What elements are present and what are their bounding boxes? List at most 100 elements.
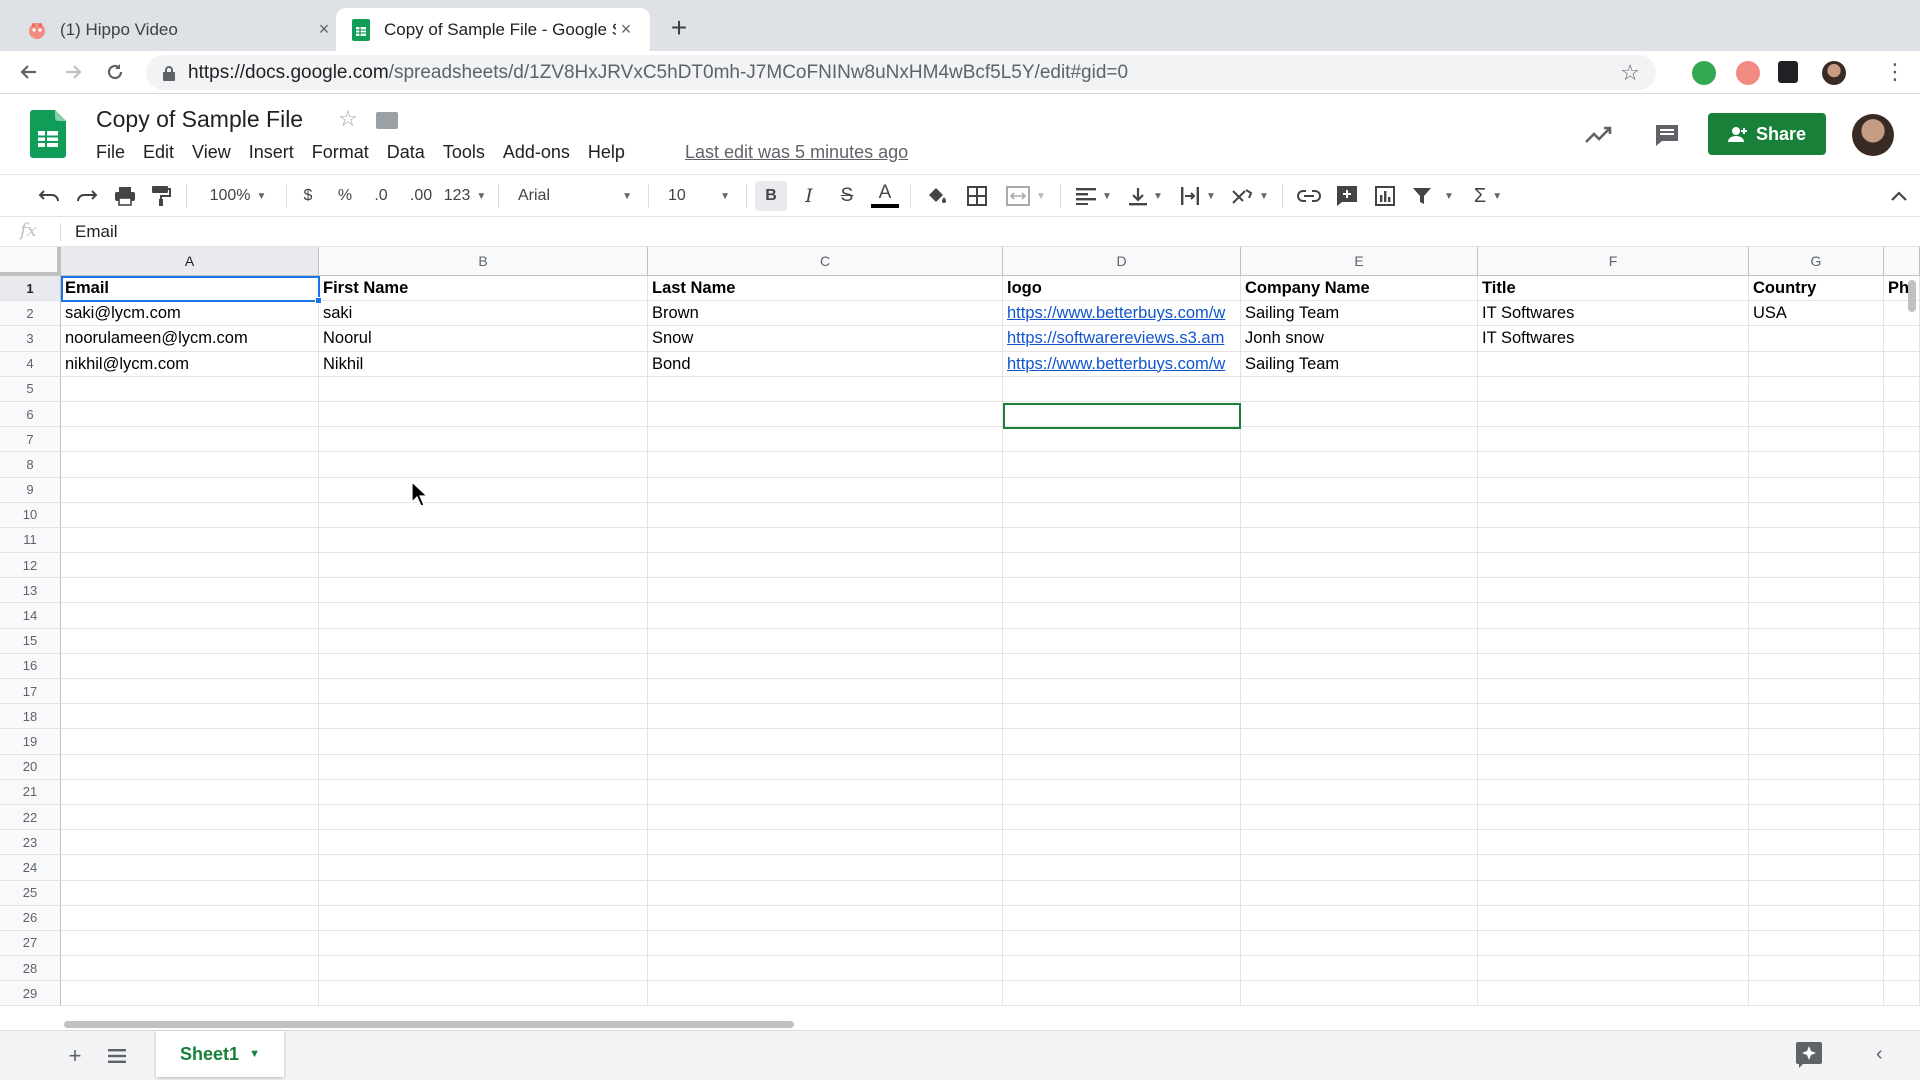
last-edit-link[interactable]: Last edit was 5 minutes ago (685, 142, 908, 163)
cell-f4[interactable] (1478, 351, 1749, 377)
strikethrough-button[interactable]: S (834, 175, 860, 217)
cell-d6[interactable] (1003, 401, 1241, 428)
collapse-header-icon[interactable] (1884, 175, 1914, 217)
cell-g5[interactable] (1749, 376, 1884, 402)
new-tab-button[interactable]: + (664, 14, 694, 44)
cell-a10[interactable] (61, 502, 319, 528)
print-icon[interactable] (110, 175, 140, 217)
cell-f22[interactable] (1478, 804, 1749, 831)
cell-h22[interactable] (1884, 804, 1920, 831)
cell-c14[interactable] (648, 603, 1003, 629)
add-sheet-icon[interactable]: + (62, 1043, 88, 1069)
column-header-f[interactable]: F (1478, 247, 1749, 276)
cell-b12[interactable] (319, 553, 648, 579)
cell-a25[interactable] (61, 880, 319, 906)
cell-b27[interactable] (319, 930, 648, 957)
cell-a13[interactable] (61, 578, 319, 604)
cell-a19[interactable] (61, 729, 319, 755)
number-format-select[interactable]: 123 ▼ (440, 175, 490, 217)
menu-data[interactable]: Data (378, 142, 434, 163)
cell-d21[interactable] (1003, 779, 1241, 805)
cell-c27[interactable] (648, 930, 1003, 957)
cell-d10[interactable] (1003, 502, 1241, 528)
cell-h16[interactable] (1884, 653, 1920, 679)
decrease-decimal-button[interactable]: .0 (364, 175, 398, 217)
cell-f5[interactable] (1478, 376, 1749, 402)
cell-c5[interactable] (648, 376, 1003, 402)
cell-a21[interactable] (61, 779, 319, 805)
cell-d27[interactable] (1003, 930, 1241, 957)
cell-g26[interactable] (1749, 905, 1884, 931)
cell-g25[interactable] (1749, 880, 1884, 906)
cell-b26[interactable] (319, 905, 648, 931)
cell-h24[interactable] (1884, 855, 1920, 881)
cell-f8[interactable] (1478, 452, 1749, 478)
cell-b19[interactable] (319, 729, 648, 755)
row-header[interactable]: 3 (0, 326, 61, 352)
row-header[interactable]: 16 (0, 653, 61, 679)
cell-b15[interactable] (319, 628, 648, 654)
cell-a11[interactable] (61, 527, 319, 554)
cell-d18[interactable] (1003, 704, 1241, 730)
row-header[interactable]: 24 (0, 855, 61, 881)
cell-b6[interactable] (319, 401, 648, 428)
cell-a12[interactable] (61, 553, 319, 579)
undo-icon[interactable] (34, 175, 64, 217)
cell-d5[interactable] (1003, 376, 1241, 402)
row-header[interactable]: 25 (0, 880, 61, 906)
cell-f27[interactable] (1478, 930, 1749, 957)
cell-b3[interactable]: Noorul (319, 326, 648, 352)
cell-f1[interactable]: Title (1478, 276, 1749, 302)
cell-c19[interactable] (648, 729, 1003, 755)
cell-h25[interactable] (1884, 880, 1920, 906)
cell-b5[interactable] (319, 376, 648, 402)
cell-e26[interactable] (1241, 905, 1478, 931)
cell-e5[interactable] (1241, 376, 1478, 402)
cell-h6[interactable] (1884, 401, 1920, 428)
cell-a9[interactable] (61, 477, 319, 503)
row-header[interactable]: 7 (0, 427, 61, 453)
row-header[interactable]: 22 (0, 804, 61, 831)
cell-f23[interactable] (1478, 830, 1749, 856)
cell-f21[interactable] (1478, 779, 1749, 805)
cell-e7[interactable] (1241, 427, 1478, 453)
cell-c6[interactable] (648, 401, 1003, 428)
cell-g11[interactable] (1749, 527, 1884, 554)
cell-h5[interactable] (1884, 376, 1920, 402)
cell-b2[interactable]: saki (319, 301, 648, 327)
browser-menu-icon[interactable]: ⋮ (1880, 57, 1910, 87)
cell-h8[interactable] (1884, 452, 1920, 478)
cell-d1[interactable]: logo (1003, 276, 1241, 302)
cell-f17[interactable] (1478, 679, 1749, 705)
cell-e19[interactable] (1241, 729, 1478, 755)
cell-d7[interactable] (1003, 427, 1241, 453)
cell-g23[interactable] (1749, 830, 1884, 856)
cell-d3[interactable]: https://softwarereviews.s3.am (1003, 326, 1241, 352)
row-header[interactable]: 9 (0, 477, 61, 503)
cell-e12[interactable] (1241, 553, 1478, 579)
row-header[interactable]: 18 (0, 704, 61, 730)
cell-c26[interactable] (648, 905, 1003, 931)
cell-b16[interactable] (319, 653, 648, 679)
account-avatar[interactable] (1852, 114, 1894, 156)
row-header[interactable]: 19 (0, 729, 61, 755)
cell-d28[interactable] (1003, 956, 1241, 982)
insert-link-icon[interactable] (1294, 175, 1324, 217)
address-bar[interactable]: https://docs.google.com /spreadsheets/d/… (146, 55, 1656, 90)
cell-e29[interactable] (1241, 981, 1478, 1007)
cell-d9[interactable] (1003, 477, 1241, 503)
insert-chart-icon[interactable] (1370, 175, 1400, 217)
cell-g4[interactable] (1749, 351, 1884, 377)
row-header[interactable]: 10 (0, 502, 61, 528)
hippo-extension-icon[interactable] (1736, 61, 1760, 85)
row-header[interactable]: 8 (0, 452, 61, 478)
cell-g14[interactable] (1749, 603, 1884, 629)
cell-d15[interactable] (1003, 628, 1241, 654)
cell-e13[interactable] (1241, 578, 1478, 604)
cell-f29[interactable] (1478, 981, 1749, 1007)
cell-g7[interactable] (1749, 427, 1884, 453)
row-header[interactable]: 26 (0, 905, 61, 931)
cell-e3[interactable]: Jonh snow (1241, 326, 1478, 352)
cell-c12[interactable] (648, 553, 1003, 579)
cell-g1[interactable]: Country (1749, 276, 1884, 302)
